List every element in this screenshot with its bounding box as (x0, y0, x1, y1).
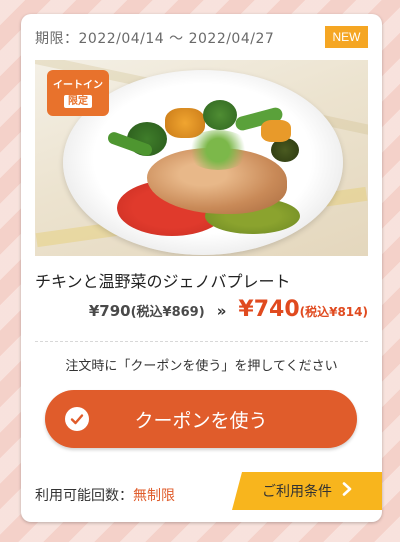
new-price: ¥740(税込¥814) (238, 297, 368, 322)
use-coupon-button[interactable]: クーポンを使う (45, 390, 357, 448)
chevron-right-icon (342, 482, 352, 500)
broccoli (203, 100, 237, 130)
new-price-tax: (税込¥814) (299, 305, 368, 319)
old-price-tax: (税込¥869) (130, 305, 205, 320)
sprouts-garnish (185, 130, 251, 170)
usage-count: 利用可能回数：無制限 (35, 485, 175, 505)
conditions-label: ご利用条件 (262, 484, 332, 500)
product-photo: イートイン 限定 (35, 60, 368, 256)
check-icon (65, 407, 89, 431)
coupon-card: 期限：2022/04/14 〜 2022/04/27 NEW イートイン 限定 … (21, 14, 382, 522)
eat-in-limited-tag: イートイン 限定 (47, 70, 109, 116)
coupon-period: 期限：2022/04/14 〜 2022/04/27 (35, 28, 274, 48)
usage-instruction: 注文時に「クーポンを使う」を押してください (65, 359, 338, 374)
old-price-value: ¥790 (88, 302, 131, 320)
old-price: ¥790(税込¥869) (89, 301, 205, 320)
limited-tag-line2: 限定 (64, 94, 92, 108)
use-coupon-label: クーポンを使う (134, 409, 268, 432)
price-row: ¥790(税込¥869) » ¥740(税込¥814) (21, 297, 368, 331)
period-label: 期限： (35, 31, 79, 47)
limited-tag-line1: イートイン (53, 79, 103, 91)
usage-label: 利用可能回数： (35, 488, 133, 504)
divider (35, 341, 368, 342)
product-name: チキンと温野菜のジェノバプレート (35, 272, 291, 291)
new-badge: NEW (325, 26, 368, 48)
new-price-value: ¥740 (238, 297, 300, 322)
price-arrow: » (216, 302, 227, 320)
conditions-button[interactable]: ご利用条件 (232, 472, 382, 510)
pumpkin (261, 120, 291, 142)
usage-value: 無制限 (133, 488, 175, 504)
period-dates: 2022/04/14 〜 2022/04/27 (78, 31, 275, 47)
